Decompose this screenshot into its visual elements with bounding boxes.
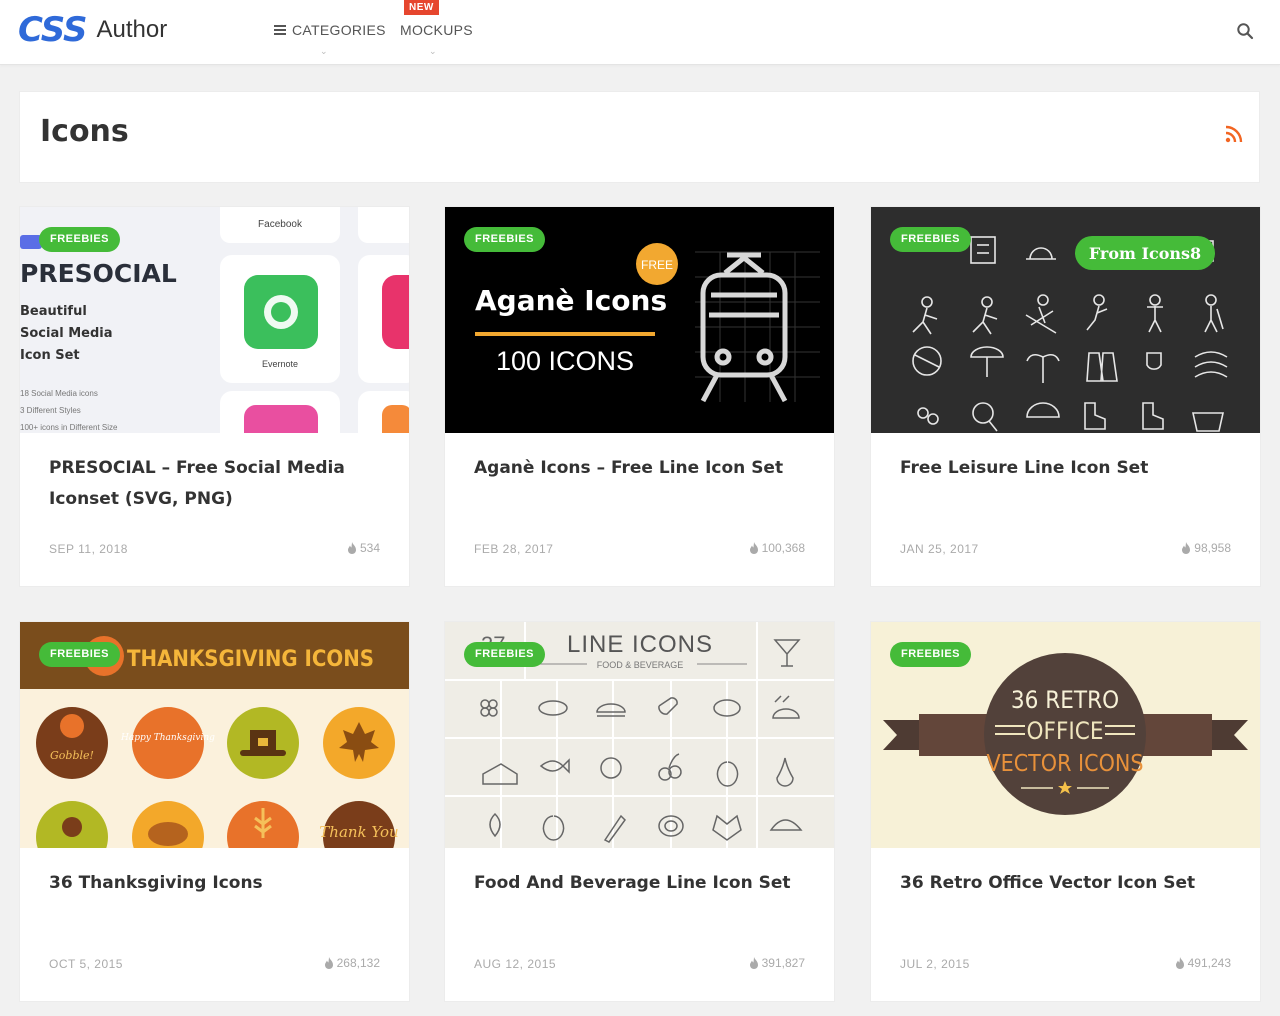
post-date: AUG 12, 2015 bbox=[474, 957, 557, 971]
chevron-down-icon: ⌄ bbox=[320, 46, 328, 56]
svg-text:3 Different Styles: 3 Different Styles bbox=[20, 406, 81, 415]
post-card[interactable]: From Icons8 FREEBIES Free Leisure Line I… bbox=[870, 206, 1261, 587]
view-count-value: 98,958 bbox=[1194, 541, 1231, 555]
svg-text:100+ icons in Different Size: 100+ icons in Different Size bbox=[20, 423, 118, 432]
archive-header: Icons bbox=[19, 91, 1260, 183]
logo-mark: CSS bbox=[18, 10, 88, 50]
post-card[interactable]: Facebook Evernote PRESOCIAL Beautiful So… bbox=[19, 206, 410, 587]
svg-text:18 Social Media icons: 18 Social Media icons bbox=[20, 389, 98, 398]
post-title[interactable]: Food And Beverage Line Icon Set bbox=[474, 868, 804, 899]
view-count-value: 534 bbox=[359, 541, 380, 555]
svg-text:FOOD & BEVERAGE: FOOD & BEVERAGE bbox=[597, 660, 684, 670]
page-title: Icons bbox=[40, 114, 129, 149]
chevron-down-icon: ⌄ bbox=[429, 46, 437, 56]
svg-text:Thank You: Thank You bbox=[319, 823, 398, 841]
svg-text:LINE ICONS: LINE ICONS bbox=[567, 631, 713, 658]
rss-icon[interactable] bbox=[1225, 125, 1243, 143]
flame-icon bbox=[1175, 957, 1184, 969]
svg-text:100 ICONS: 100 ICONS bbox=[496, 346, 634, 376]
category-tag[interactable]: FREEBIES bbox=[890, 642, 972, 667]
svg-text:Happy Thanksgiving: Happy Thanksgiving bbox=[120, 733, 215, 743]
svg-text:From Icons8: From Icons8 bbox=[1089, 244, 1201, 263]
view-count: 268,132 bbox=[324, 956, 380, 970]
flame-icon bbox=[1182, 542, 1191, 554]
svg-text:FREE: FREE bbox=[641, 258, 673, 272]
menu-icon bbox=[274, 25, 286, 35]
nav-mockups-label: MOCKUPS bbox=[400, 22, 473, 38]
top-navbar: CSS Author CATEGORIES ⌄ NEW MOCKUPS ⌄ bbox=[0, 0, 1280, 65]
logo-text: Author bbox=[96, 16, 168, 43]
post-title[interactable]: Free Leisure Line Icon Set bbox=[900, 453, 1230, 484]
post-date: OCT 5, 2015 bbox=[49, 957, 123, 971]
post-title[interactable]: PRESOCIAL – Free Social Media Iconset (S… bbox=[49, 453, 379, 515]
view-count-value: 268,132 bbox=[336, 956, 380, 970]
view-count: 391,827 bbox=[749, 956, 805, 970]
view-count-value: 100,368 bbox=[761, 541, 805, 555]
view-count: 534 bbox=[347, 541, 380, 555]
view-count: 100,368 bbox=[749, 541, 805, 555]
post-title[interactable]: Aganè Icons – Free Line Icon Set bbox=[474, 453, 804, 484]
category-tag[interactable]: FREEBIES bbox=[890, 227, 972, 252]
post-title[interactable]: 36 Retro Office Vector Icon Set bbox=[900, 868, 1230, 899]
site-logo[interactable]: CSS Author bbox=[18, 12, 167, 48]
flame-icon bbox=[749, 542, 758, 554]
svg-text:OFFICE: OFFICE bbox=[1027, 717, 1104, 745]
search-icon[interactable] bbox=[1236, 22, 1254, 40]
svg-text:36 RETRO: 36 RETRO bbox=[1011, 686, 1119, 714]
svg-text:Beautiful: Beautiful bbox=[20, 304, 87, 319]
flame-icon bbox=[749, 957, 758, 969]
svg-text:THANKSGIVING ICONS: THANKSGIVING ICONS bbox=[127, 647, 374, 672]
nav-categories-label: CATEGORIES bbox=[292, 22, 386, 38]
nav-categories[interactable]: CATEGORIES bbox=[274, 22, 386, 38]
category-tag[interactable]: FREEBIES bbox=[464, 227, 546, 252]
category-tag[interactable]: FREEBIES bbox=[39, 227, 121, 252]
post-card[interactable]: THANKSGIVING ICONS Gobble! Happy Thanksg… bbox=[19, 621, 410, 1002]
category-tag[interactable]: FREEBIES bbox=[464, 642, 546, 667]
view-count: 98,958 bbox=[1181, 541, 1231, 555]
post-card[interactable]: FREE Aganè Icons 100 ICONS FREEBIES Agan… bbox=[444, 206, 835, 587]
nav-mockups[interactable]: MOCKUPS bbox=[400, 22, 473, 38]
post-date: JUL 2, 2015 bbox=[900, 957, 970, 971]
flame-icon bbox=[347, 542, 356, 554]
post-title[interactable]: 36 Thanksgiving Icons bbox=[49, 868, 379, 899]
svg-text:Gobble!: Gobble! bbox=[50, 749, 94, 762]
svg-text:Facebook: Facebook bbox=[258, 219, 303, 230]
flame-icon bbox=[324, 957, 333, 969]
new-badge: NEW bbox=[404, 0, 439, 15]
svg-text:VECTOR ICONS: VECTOR ICONS bbox=[987, 751, 1144, 777]
category-tag[interactable]: FREEBIES bbox=[39, 642, 121, 667]
svg-text:Social Media: Social Media bbox=[20, 326, 113, 341]
post-date: SEP 11, 2018 bbox=[49, 542, 128, 556]
post-card[interactable]: 37 LINE ICONS FOOD & BEVERAGE bbox=[444, 621, 835, 1002]
view-count-value: 391,827 bbox=[761, 956, 805, 970]
view-count: 491,243 bbox=[1175, 956, 1231, 970]
post-card[interactable]: 36 RETRO OFFICE VECTOR ICONS FREEBIES 36… bbox=[870, 621, 1261, 1002]
view-count-value: 491,243 bbox=[1187, 956, 1231, 970]
svg-text:PRESOCIAL: PRESOCIAL bbox=[20, 259, 177, 288]
svg-text:Aganè Icons: Aganè Icons bbox=[475, 284, 667, 317]
svg-text:Evernote: Evernote bbox=[262, 359, 298, 369]
post-date: JAN 25, 2017 bbox=[900, 542, 979, 556]
svg-text:Icon Set: Icon Set bbox=[20, 348, 80, 363]
post-date: FEB 28, 2017 bbox=[474, 542, 554, 556]
